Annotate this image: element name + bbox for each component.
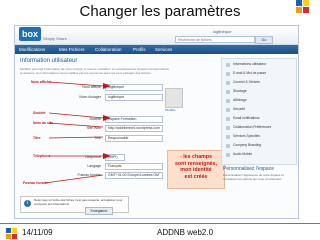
personalize-text: Personnalisez l'apparence de votre espac… [223, 173, 284, 181]
bullet-icon [226, 126, 230, 130]
footer-organization: ADDNB web2.0 [157, 228, 214, 237]
bullet-icon [226, 99, 230, 103]
slide-title: Changer les paramètres [79, 3, 241, 20]
sidebar-item-user-info[interactable]: Informations utilisateur [233, 62, 266, 66]
sidebar-item-services[interactable]: Services Spécifiés [233, 134, 260, 138]
bullet-icon [226, 144, 230, 148]
decorative-squares-icon [296, 0, 309, 13]
bullet-icon [226, 117, 230, 121]
bullet-icon [226, 63, 230, 67]
settings-sidebar: Informations utilisateur E-mail & Mot de… [221, 58, 297, 165]
bullet-icon [226, 108, 230, 112]
sidebar-item-mobile[interactable]: Audio Mobile [233, 152, 252, 156]
decorative-squares-icon [6, 228, 18, 240]
bullet-icon [226, 135, 230, 139]
sidebar-item-email-password[interactable]: E-mail & Mot de passe [233, 71, 266, 75]
personalize-title[interactable]: Personnalisez l'espace [223, 166, 274, 172]
footer-date: 14/11/09 [22, 228, 53, 237]
sidebar-item-email-notifications[interactable]: Email notifications [233, 116, 260, 120]
info-icon: i [24, 200, 31, 207]
sidebar-item-display[interactable]: Affichage [233, 98, 247, 102]
callout-line-4: est créée [184, 173, 208, 180]
footer-divider [0, 223, 320, 224]
save-button[interactable]: Enregistrer [85, 207, 113, 215]
bullet-icon [226, 90, 230, 94]
sidebar-item-mail[interactable]: Courriel & Dérivés [233, 80, 260, 84]
callout-line-1: - les champs [179, 154, 213, 160]
sidebar-item-storage[interactable]: Stockage [233, 89, 247, 93]
callout-box: - les champs sont renseignés, mon identi… [167, 150, 225, 189]
sidebar-item-collaboration[interactable]: Collaboration Préférences [233, 125, 271, 129]
sidebar-item-branding[interactable]: Company Branding [233, 143, 261, 147]
info-note-text: Notez que si l'ordre des fiches n'est pa… [34, 198, 123, 206]
box-settings-screenshot: box Simply Share logithèque Go Modificat… [14, 25, 299, 219]
sidebar-item-security[interactable]: Sécurité [233, 107, 245, 111]
bullet-icon [226, 72, 230, 76]
bullet-icon [226, 153, 230, 157]
bullet-icon [226, 81, 230, 85]
